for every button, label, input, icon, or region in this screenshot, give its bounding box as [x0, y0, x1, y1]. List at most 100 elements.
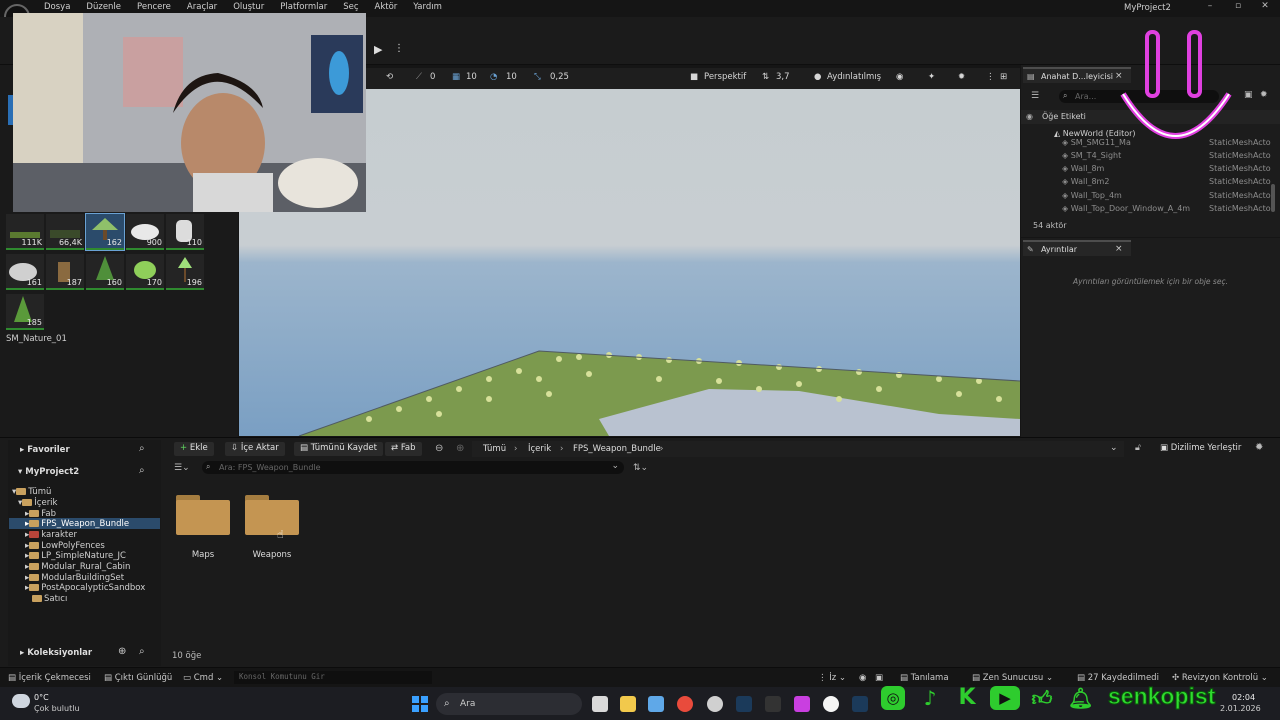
- search-icon[interactable]: ⌕: [139, 443, 145, 454]
- lock-icon[interactable]: 🔓︎: [1135, 443, 1141, 453]
- angle-snap-icon[interactable]: ◔: [490, 72, 497, 82]
- more-options-icon[interactable]: ⋮: [394, 43, 404, 54]
- trace-button[interactable]: ⋮ İz ⌄: [818, 673, 846, 683]
- asset-thumb[interactable]: 161: [6, 254, 44, 290]
- project-header[interactable]: ▾ MyProject2: [18, 467, 79, 477]
- console-input[interactable]: Konsol Komutunu Gir: [234, 671, 432, 684]
- outliner-scrollbar[interactable]: [1271, 184, 1275, 212]
- column-label[interactable]: Öğe Etiketi: [1042, 112, 1086, 121]
- sort-icon[interactable]: ⇅⌄: [633, 463, 648, 473]
- store-icon[interactable]: [648, 696, 664, 712]
- clock-time[interactable]: 02:04: [1232, 693, 1255, 702]
- outliner-row[interactable]: ◈ Wall_8m: [1062, 164, 1104, 173]
- angle-snap-value[interactable]: 10: [506, 72, 517, 82]
- show-icon[interactable]: ◉: [896, 72, 903, 82]
- task-view-icon[interactable]: [592, 696, 608, 712]
- outliner-row[interactable]: ◈ Wall_Top_Door_Window_A_4m: [1062, 204, 1190, 213]
- details-tab[interactable]: ✎ Ayrıntılar ×: [1023, 240, 1131, 256]
- tree-item-all[interactable]: ▾ Tümü: [12, 487, 51, 497]
- favorites-header[interactable]: ▸ Favoriler: [20, 445, 70, 455]
- taskbar-search[interactable]: ⌕ Ara: [436, 693, 582, 715]
- rotate-icon[interactable]: ⟲: [386, 72, 393, 82]
- forward-icon[interactable]: ⊕: [456, 443, 464, 454]
- layout-icon[interactable]: ⊞: [1000, 72, 1007, 82]
- menu-help[interactable]: Yardım: [413, 2, 442, 12]
- close-button[interactable]: ✕: [1256, 1, 1274, 11]
- clock-date[interactable]: 2.01.2026: [1220, 704, 1261, 713]
- dock-in-layout-button[interactable]: ▣ Dizilime Yerleştir: [1160, 443, 1241, 453]
- maximize-button[interactable]: ▫: [1229, 1, 1247, 11]
- derived-button[interactable]: ▤ Tanılama: [900, 673, 949, 683]
- menu-build[interactable]: Oluştur: [233, 2, 264, 12]
- outliner-row[interactable]: ◈ SM_T4_Sight: [1062, 151, 1121, 160]
- filter-icon[interactable]: ☰⌄: [174, 463, 190, 473]
- gear-icon[interactable]: ✹: [1255, 442, 1263, 453]
- scale-snap-icon[interactable]: ⤡: [534, 72, 541, 82]
- github-icon[interactable]: [707, 696, 723, 712]
- folder-tile-weapons[interactable]: [245, 495, 299, 535]
- menu-window[interactable]: Pencere: [137, 2, 171, 12]
- unsaved-button[interactable]: ▤ 27 Kaydedilmedi: [1077, 673, 1159, 683]
- realtime-icon[interactable]: ✦: [928, 72, 935, 82]
- collections-header[interactable]: ▸ Koleksiyonlar: [20, 648, 92, 658]
- close-icon[interactable]: ×: [1115, 244, 1123, 254]
- menu-file[interactable]: Dosya: [44, 2, 70, 12]
- asset-thumb[interactable]: 111K: [6, 214, 44, 250]
- breadcrumb-item[interactable]: Tümü: [483, 444, 506, 454]
- search-icon[interactable]: ⌕: [139, 465, 145, 476]
- camera-icon[interactable]: ■: [690, 72, 698, 82]
- menu-tools[interactable]: Araçlar: [187, 2, 217, 12]
- surface-snap-icon[interactable]: ⟋: [416, 72, 422, 82]
- tree-item-satici[interactable]: Satıcı: [32, 594, 67, 604]
- back-icon[interactable]: ⊖: [435, 443, 443, 454]
- tree-item-lp-simplenature[interactable]: ▸ LP_SimpleNature_JC: [25, 551, 126, 561]
- search-icon[interactable]: ⌕: [139, 646, 145, 657]
- view-mode-dropdown[interactable]: Perspektif: [704, 72, 746, 82]
- add-collection-icon[interactable]: ⊕: [118, 646, 126, 657]
- add-button[interactable]: + Ekle: [174, 442, 214, 456]
- steam-icon[interactable]: [852, 696, 868, 712]
- asset-thumb[interactable]: 160: [86, 254, 124, 290]
- asset-thumb[interactable]: 900: [126, 214, 164, 250]
- content-search-input[interactable]: ⌕ Ara: FPS_Weapon_Bundle ⌄: [202, 461, 624, 474]
- gear-icon[interactable]: ✹: [1260, 90, 1268, 100]
- zen-server-button[interactable]: ▤ Zen Sunucusu ⌄: [972, 673, 1053, 683]
- camera-speed-value[interactable]: 3,7: [776, 72, 790, 82]
- asset-thumb[interactable]: 170: [126, 254, 164, 290]
- menu-actor[interactable]: Aktör: [375, 2, 398, 12]
- folder-tile-maps[interactable]: [176, 495, 230, 535]
- tree-item-lowpolyfences[interactable]: ▸ LowPolyFences: [25, 541, 105, 551]
- grid-snap-icon[interactable]: ▦: [452, 72, 460, 82]
- asset-thumb[interactable]: 185: [6, 294, 44, 330]
- weather-desc[interactable]: Çok bulutlu: [34, 704, 80, 713]
- chevron-down-icon[interactable]: ⌄: [611, 461, 619, 471]
- options-icon[interactable]: ⋮: [986, 72, 995, 82]
- folder-add-icon[interactable]: ▣: [1244, 90, 1253, 100]
- tree-item-content[interactable]: ▾ İçerik: [18, 498, 57, 508]
- settings-icon[interactable]: ✹: [958, 72, 965, 82]
- grid-snap-value[interactable]: 10: [466, 72, 477, 82]
- screenshot-icon[interactable]: ▣: [875, 673, 883, 683]
- windows-start-icon[interactable]: [412, 696, 428, 712]
- unreal-engine-icon[interactable]: [823, 696, 839, 712]
- menu-platforms[interactable]: Platformlar: [280, 2, 327, 12]
- menu-edit[interactable]: Düzenle: [86, 2, 121, 12]
- asset-thumb[interactable]: 196: [166, 254, 204, 290]
- filter-icon[interactable]: ☰: [1031, 91, 1039, 101]
- tree-item-karakter[interactable]: ▸ karakter: [25, 530, 77, 540]
- menu-select[interactable]: Seç: [343, 2, 358, 12]
- tree-item-postapocalyptic[interactable]: ▸ PostApocalypticSandbox: [25, 583, 145, 593]
- app-icon[interactable]: [794, 696, 810, 712]
- outliner-row[interactable]: ◈ Wall_8m2: [1062, 177, 1109, 186]
- cmd-dropdown[interactable]: ▭ Cmd ⌄: [183, 673, 223, 683]
- tree-item-modularbuildingset[interactable]: ▸ ModularBuildingSet: [25, 573, 124, 583]
- asset-thumb[interactable]: 187: [46, 254, 84, 290]
- tree-item-modular-rural-cabin[interactable]: ▸ Modular_Rural_Cabin: [25, 562, 130, 572]
- visibility-icon[interactable]: ◉: [1026, 112, 1033, 121]
- asset-thumb[interactable]: 162: [85, 213, 125, 251]
- outliner-tab[interactable]: Anahat D...leyicisi ▤ ×: [1023, 67, 1131, 83]
- revision-control-button[interactable]: ✣ Revizyon Kontrolü ⌄: [1172, 673, 1268, 683]
- weather-temp[interactable]: 0°C: [34, 693, 49, 702]
- content-drawer-button[interactable]: ▤ İçerik Çekmecesi: [8, 673, 91, 683]
- file-explorer-icon[interactable]: [620, 696, 636, 712]
